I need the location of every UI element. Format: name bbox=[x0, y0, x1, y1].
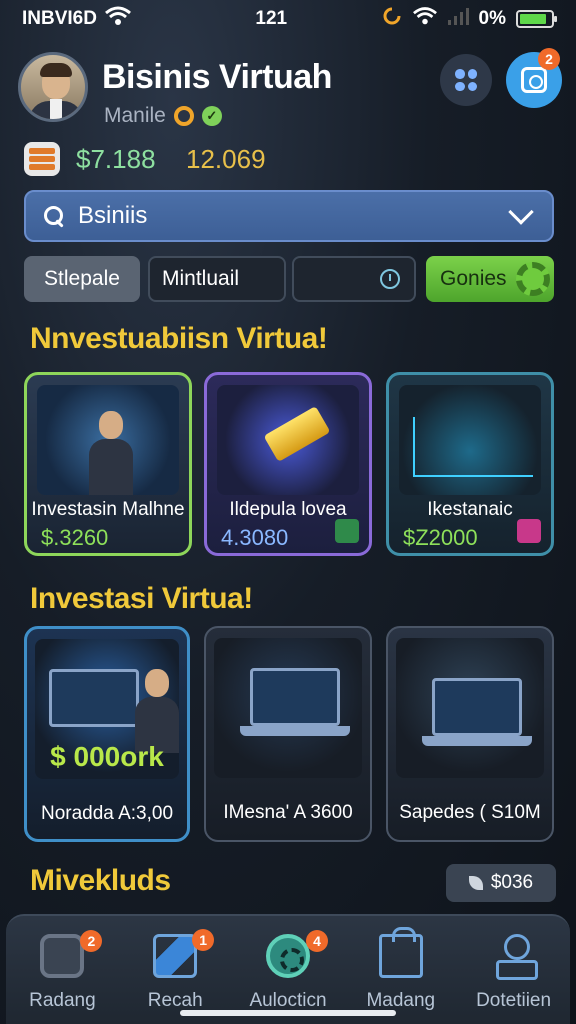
search-input[interactable]: Bsiniis bbox=[78, 202, 512, 230]
filter-dropdown[interactable] bbox=[292, 256, 416, 302]
nav-label: Madang bbox=[366, 990, 436, 1011]
battery-text: 0% bbox=[478, 8, 506, 29]
clock-icon bbox=[380, 269, 400, 289]
section-title-first: Nnvestuabiisn Virtua! bbox=[30, 322, 328, 355]
gear-icon: 4 bbox=[265, 930, 328, 978]
laptop-illustration bbox=[214, 638, 362, 778]
avatar[interactable] bbox=[18, 52, 88, 122]
search-icon bbox=[42, 204, 66, 228]
carrier-label: INBVI6D bbox=[22, 8, 97, 29]
camera-icon bbox=[521, 67, 547, 93]
card-title: IMesna' A 3600 bbox=[223, 802, 353, 823]
battery-icon bbox=[516, 10, 557, 28]
nav-item-dotetiien[interactable]: Dotetiien bbox=[457, 916, 570, 1024]
nav-item-aulocticn[interactable]: 4 Aulocticn bbox=[232, 916, 345, 1024]
value-pill-text: $036 bbox=[490, 872, 534, 893]
tag-icon bbox=[517, 519, 541, 543]
value-pill[interactable]: $036 bbox=[446, 864, 556, 902]
card-price: $.3260 bbox=[41, 525, 109, 550]
status-time: 121 bbox=[255, 8, 288, 29]
filter-row: Stlepale Mintluail Gonies bbox=[24, 256, 554, 302]
search-bar[interactable]: Bsiniis bbox=[24, 190, 554, 242]
chevron-down-icon[interactable] bbox=[508, 199, 534, 225]
nav-badge: 2 bbox=[80, 930, 103, 952]
signal-icon bbox=[447, 6, 469, 32]
card-title: Ildepula lovea bbox=[229, 499, 347, 520]
investor-illustration bbox=[37, 385, 179, 495]
nav-item-recah[interactable]: 1 Recah bbox=[119, 916, 232, 1024]
nav-label: Radang bbox=[29, 990, 96, 1011]
filter-chip-stlepale[interactable]: Stlepale bbox=[24, 256, 140, 302]
filter-chip-mintluail[interactable]: Mintluail bbox=[148, 256, 286, 302]
section-title-second: Investasi Virtua! bbox=[30, 582, 253, 615]
balance-primary: $7.188 bbox=[76, 144, 156, 174]
card-title: Investasin Malhne bbox=[31, 499, 185, 520]
card-price: $Z2000 bbox=[403, 525, 478, 550]
shopping-bag-icon bbox=[378, 927, 423, 978]
coins-stack-icon bbox=[24, 142, 60, 176]
chart-illustration bbox=[399, 385, 541, 495]
grid-icon bbox=[455, 69, 477, 91]
user-subtitle-row: Manile ✓ bbox=[104, 104, 222, 128]
nav-item-madang[interactable]: Madang bbox=[344, 916, 457, 1024]
gonies-label: Gonies bbox=[440, 267, 507, 290]
verified-icon: ✓ bbox=[201, 106, 222, 126]
investment-card[interactable]: Ildepula lovea 4.3080 bbox=[204, 372, 372, 556]
bottom-nav: 2 Radang 1 Recah 4 Aulocticn Madang Dote… bbox=[6, 914, 570, 1024]
notification-button[interactable]: 2 bbox=[506, 48, 562, 108]
status-bar: INBVI6D 121 0% bbox=[0, 0, 576, 38]
nav-label: Aulocticn bbox=[249, 990, 327, 1011]
nav-item-radang[interactable]: 2 Radang bbox=[6, 916, 119, 1024]
section-title-third: Mivekluds bbox=[30, 864, 171, 897]
card-price: 4.3080 bbox=[221, 525, 289, 550]
notification-badge: 2 bbox=[538, 48, 560, 70]
offer-card[interactable]: IMesna' A 3600 bbox=[204, 626, 372, 842]
investment-card[interactable]: Investasin Malhne $.3260 bbox=[24, 372, 192, 556]
grid-menu-button[interactable] bbox=[440, 54, 492, 106]
leaf-icon bbox=[468, 876, 483, 890]
nav-label: Dotetiien bbox=[476, 990, 552, 1011]
camera-icon: 2 bbox=[40, 930, 103, 978]
sync-icon bbox=[381, 5, 403, 33]
gear-icon bbox=[516, 262, 550, 296]
hammer-icon: 1 bbox=[153, 929, 215, 978]
user-name: Manile bbox=[104, 104, 166, 127]
nav-label: Recah bbox=[147, 990, 203, 1011]
offer-card[interactable]: Sapedes ( S10M bbox=[386, 626, 554, 842]
nav-badge: 4 bbox=[305, 930, 328, 952]
investment-card[interactable]: Ikestanaic $Z2000 bbox=[386, 372, 554, 556]
offer-card[interactable]: $ 000ork Noradda A:3,00 bbox=[24, 626, 190, 842]
level-ring-icon bbox=[173, 106, 194, 126]
wifi-icon-right bbox=[412, 6, 437, 32]
home-indicator bbox=[180, 1010, 396, 1016]
wifi-icon bbox=[105, 6, 131, 32]
balance-secondary: 12.069 bbox=[186, 144, 266, 174]
app-title: Bisinis Virtuah bbox=[102, 58, 332, 96]
profile-icon bbox=[492, 934, 538, 980]
nav-badge: 1 bbox=[192, 929, 215, 951]
workstation-illustration bbox=[396, 638, 544, 778]
tag-icon bbox=[335, 519, 359, 543]
card-title: Noradda A:3,00 bbox=[40, 803, 174, 824]
gold-bar-illustration bbox=[217, 385, 359, 495]
header: Bisinis Virtuah Manile ✓ $7.188 12.069 2 bbox=[18, 48, 562, 178]
card-title: Sapedes ( S10M bbox=[399, 802, 541, 823]
filter-chip-gonies[interactable]: Gonies bbox=[426, 256, 554, 302]
card-title: Ikestanaic bbox=[427, 499, 513, 520]
offer-price: $ 000ork bbox=[50, 741, 164, 772]
